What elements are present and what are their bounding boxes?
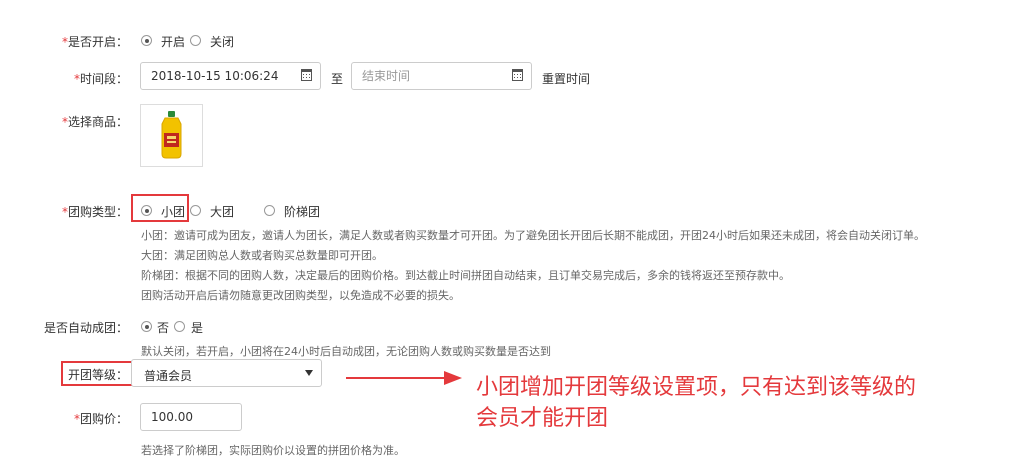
start-time-input[interactable]: 2018-10-15 10:06:24	[140, 62, 321, 90]
tier-group-label: 阶梯团	[284, 205, 321, 219]
enable-off-radio[interactable]	[190, 35, 201, 46]
auto-group-no-radio[interactable]	[141, 321, 152, 332]
big-group-label: 大团	[210, 205, 235, 219]
small-group-radio[interactable]	[141, 205, 152, 216]
auto-group-yes-radio[interactable]	[174, 321, 185, 332]
level-label: 开团等级：	[68, 368, 129, 382]
end-time-input[interactable]: 结束时间	[351, 62, 532, 90]
calendar-icon[interactable]	[301, 69, 312, 81]
auto-group-label: 是否自动成团：	[43, 321, 128, 335]
group-type-label: *团购类型：	[61, 205, 128, 219]
annotation-arrow-icon	[346, 371, 462, 385]
level-select-value: 普通会员	[144, 369, 193, 383]
price-label: *团购价：	[73, 412, 128, 426]
group-type-warning: 团购活动开启后请勿随意更改团购类型，以免造成不必要的损失。	[141, 289, 460, 302]
price-hint: 若选择了阶梯团，实际团购价以设置的拼团价格为准。	[141, 444, 405, 457]
time-separator: 至	[331, 72, 344, 86]
product-thumbnail[interactable]	[140, 104, 203, 167]
annotation-line-1: 小团增加开团等级设置项，只有达到该等级的	[476, 375, 917, 400]
group-type-hint-big: 大团：满足团购总人数或者购买总数量即可开团。	[141, 249, 383, 262]
auto-group-hint: 默认关闭，若开启，小团将在24小时后自动成团，无论团购人数或购买数量是否达到	[141, 345, 551, 358]
calendar-icon[interactable]	[512, 69, 523, 81]
enable-on-label: 开启	[161, 35, 186, 49]
auto-group-yes-label: 是	[191, 321, 204, 335]
annotation-line-2: 会员才能开团	[476, 406, 609, 431]
time-label: *时间段：	[73, 72, 128, 86]
goods-label: *选择商品：	[61, 115, 128, 129]
tier-group-radio[interactable]	[264, 205, 275, 216]
enable-label: *是否开启：	[61, 35, 128, 49]
small-group-label: 小团	[161, 205, 186, 219]
auto-group-no-label: 否	[157, 321, 170, 335]
group-type-hint-tier: 阶梯团：根据不同的团购人数，决定最后的团购价格。到达截止时间拼团自动结束，且订单…	[141, 269, 790, 282]
chevron-down-icon	[305, 370, 313, 376]
big-group-radio[interactable]	[190, 205, 201, 216]
enable-on-radio[interactable]	[141, 35, 152, 46]
reset-time-link[interactable]: 重置时间	[542, 70, 590, 87]
enable-off-label: 关闭	[210, 35, 235, 49]
price-input[interactable]: 100.00	[140, 403, 242, 431]
oil-bottle-image	[161, 111, 182, 159]
level-select[interactable]: 普通会员	[131, 359, 322, 387]
group-type-hint-small: 小团：邀请可成为团友，邀请人为团长，满足人数或者购买数量才可开团。为了避免团长开…	[141, 229, 925, 242]
